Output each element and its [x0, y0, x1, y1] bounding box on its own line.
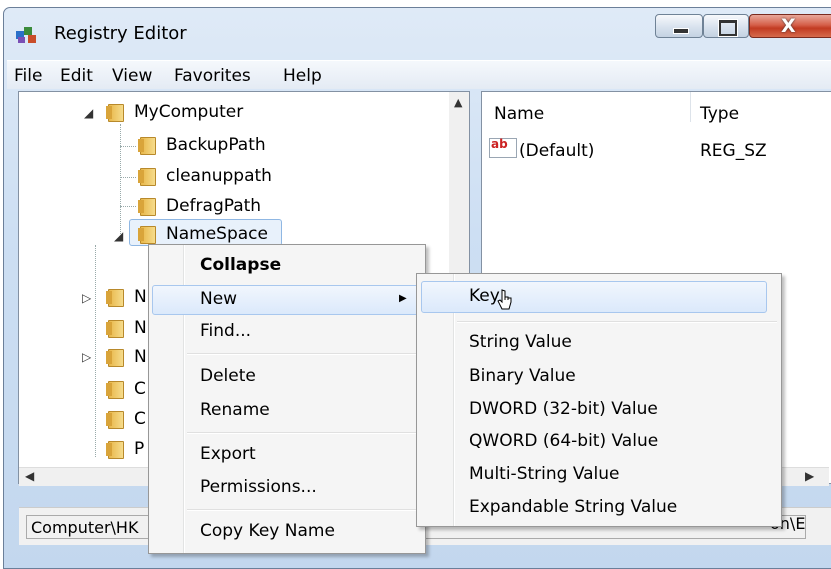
tree-guide-line [95, 245, 96, 457]
menu-separator [187, 432, 423, 434]
registry-editor-icon [16, 27, 36, 43]
folder-icon [106, 349, 124, 367]
menu-highlight [152, 285, 420, 315]
folder-icon [138, 168, 156, 186]
menu-view[interactable]: View [112, 66, 152, 86]
new-submenu: Key String Value Binary Value DWORD (32-… [416, 273, 782, 527]
maximize-icon [719, 20, 737, 36]
collapsed-triangle-icon[interactable]: ▷ [82, 350, 91, 364]
close-icon: X [781, 15, 796, 37]
submenu-item-string-value[interactable]: String Value [469, 332, 572, 352]
submenu-item-qword-value[interactable]: QWORD (64-bit) Value [469, 431, 658, 451]
hand-cursor-icon [497, 289, 512, 310]
submenu-item-dword-value[interactable]: DWORD (32-bit) Value [469, 399, 658, 419]
menu-item-new[interactable]: New [200, 289, 237, 309]
menu-item-permissions[interactable]: Permissions... [200, 477, 317, 497]
submenu-item-expandable-string-value[interactable]: Expandable String Value [469, 497, 677, 517]
scroll-left-icon[interactable]: ◀ [25, 469, 34, 483]
menu-item-collapse[interactable]: Collapse [200, 255, 281, 275]
expand-triangle-icon[interactable]: ◢ [84, 106, 93, 120]
minimize-button[interactable] [655, 14, 703, 38]
tree-guide-line [120, 146, 136, 147]
folder-icon [138, 198, 156, 216]
window-title: Registry Editor [54, 23, 187, 44]
menu-file[interactable]: File [14, 66, 42, 86]
folder-icon [138, 226, 156, 244]
scroll-right-icon[interactable]: ▶ [805, 469, 814, 483]
folder-icon [106, 320, 124, 338]
menu-item-find[interactable]: Find... [200, 321, 251, 341]
folder-icon [138, 137, 156, 155]
submenu-item-multi-string-value[interactable]: Multi-String Value [469, 464, 620, 484]
menu-edit[interactable]: Edit [60, 66, 93, 86]
menu-item-delete[interactable]: Delete [200, 366, 256, 386]
submenu-item-binary-value[interactable]: Binary Value [469, 366, 576, 386]
expand-triangle-icon[interactable]: ◢ [114, 229, 123, 243]
tree-guide-line [120, 177, 136, 178]
minimize-icon [673, 28, 689, 34]
tree-guide-line [120, 124, 121, 234]
menu-separator [187, 353, 423, 355]
value-type: REG_SZ [700, 141, 767, 161]
folder-icon [106, 411, 124, 429]
menu-help[interactable]: Help [283, 66, 322, 86]
column-header-type[interactable]: Type [700, 104, 739, 124]
folder-icon [106, 441, 124, 459]
menu-favorites[interactable]: Favorites [174, 66, 251, 86]
submenu-arrow-icon: ▶ [399, 293, 407, 304]
menu-bar: File Edit View Favorites Help [7, 60, 831, 89]
tree-guide-line [120, 206, 136, 207]
maximize-button[interactable] [703, 14, 749, 38]
menu-separator [457, 321, 777, 323]
folder-icon [106, 381, 124, 399]
column-separator[interactable] [690, 92, 691, 122]
menu-separator [187, 509, 423, 511]
menu-item-rename[interactable]: Rename [200, 400, 270, 420]
folder-icon [106, 289, 124, 307]
folder-icon [106, 104, 124, 122]
column-header-name[interactable]: Name [494, 104, 544, 124]
scroll-up-icon[interactable]: ▲ [454, 96, 462, 109]
menu-item-copy-key-name[interactable]: Copy Key Name [200, 521, 335, 541]
context-menu: Collapse New ▶ Find... Delete Rename Exp… [148, 244, 426, 554]
reg-string-icon: ab [489, 137, 517, 158]
close-button[interactable]: X [749, 14, 831, 38]
value-name-default[interactable]: (Default) [519, 141, 594, 161]
menu-item-export[interactable]: Export [200, 444, 256, 464]
collapsed-triangle-icon[interactable]: ▷ [82, 291, 91, 305]
